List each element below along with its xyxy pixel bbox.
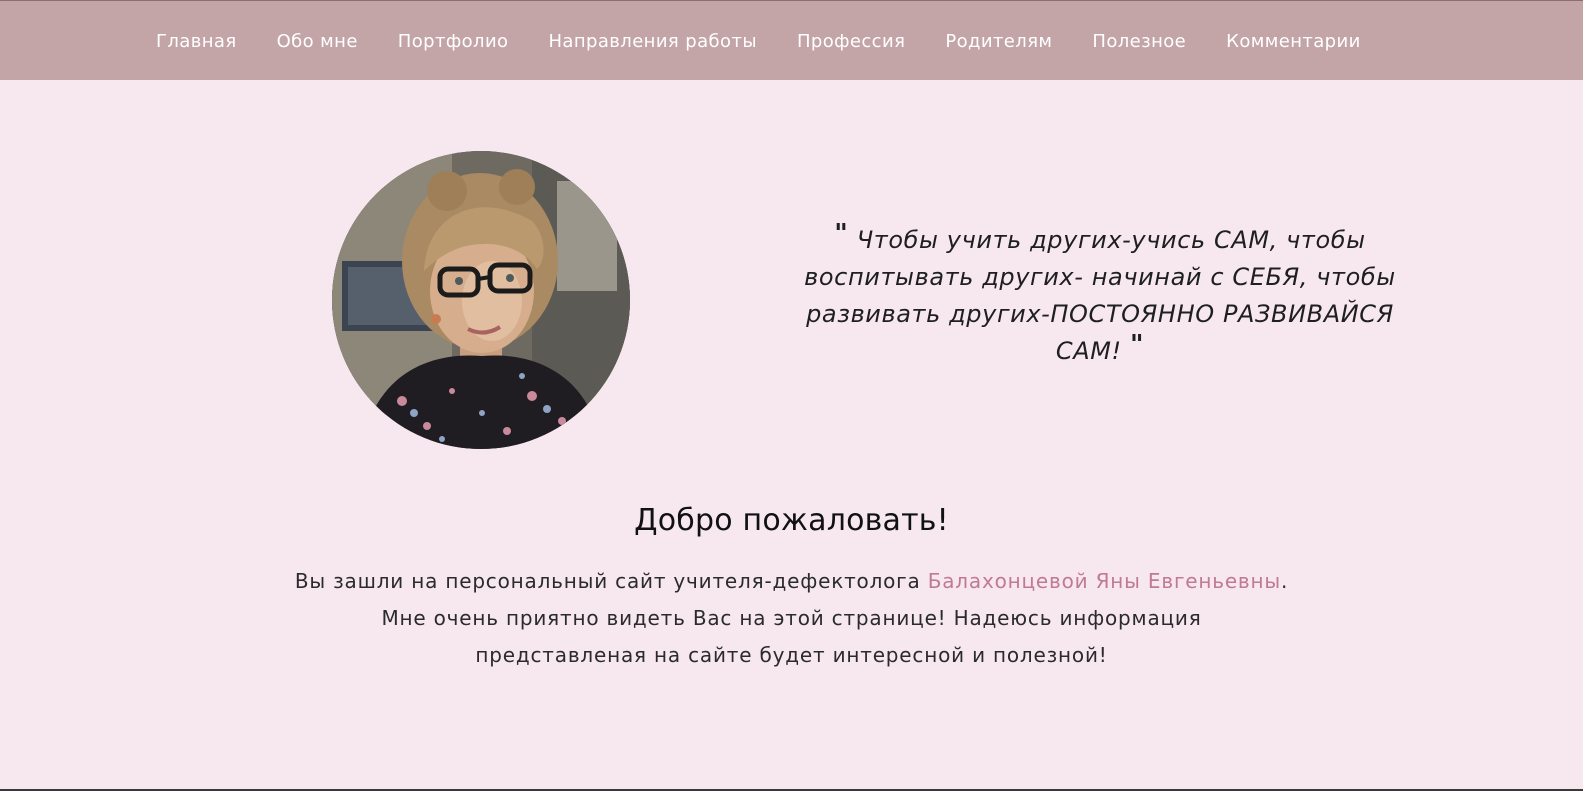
quote-line-3: развивать других-ПОСТОЯННО РАЗВИВАЙСЯ (806, 300, 1394, 328)
welcome-line-3: представленая на сайте будет интересной … (475, 643, 1108, 667)
nav-item-useful[interactable]: Полезное (1092, 31, 1186, 52)
nav-item-portfolio[interactable]: Портфолио (398, 31, 509, 52)
welcome-line-2: Мне очень приятно видеть Вас на этой стр… (381, 606, 1202, 630)
hero-quote: " Чтобы учить других-учись САМ, чтобы во… (800, 219, 1400, 370)
nav-item-comments[interactable]: Комментарии (1226, 31, 1361, 52)
nav-item-directions[interactable]: Направления работы (548, 31, 756, 52)
quote-close-mark: " (1129, 330, 1145, 360)
quote-open-mark: " (834, 219, 849, 249)
nav-item-profession[interactable]: Профессия (797, 31, 905, 52)
nav-item-about[interactable]: Обо мне (277, 31, 358, 52)
welcome-paragraph: Вы зашли на персональный сайт учителя-де… (0, 563, 1583, 674)
profile-photo (332, 151, 630, 449)
nav-item-parents[interactable]: Родителям (945, 31, 1052, 52)
welcome-line-1-period: . (1280, 569, 1289, 593)
nav-item-home[interactable]: Главная (156, 31, 237, 52)
top-navigation-bar: Главная Обо мне Портфолио Направления ра… (0, 0, 1583, 80)
teacher-name-link[interactable]: Балахонцевой Яны Евгеньевны (928, 569, 1281, 593)
welcome-heading: Добро пожаловать! (634, 503, 949, 538)
quote-line-4: САМ! (1055, 337, 1122, 365)
profile-photo-illustration (332, 151, 630, 449)
quote-line-1: Чтобы учить других-учись САМ, чтобы (856, 226, 1366, 254)
quote-line-2: воспитывать других- начинай с СЕБЯ, чтоб… (804, 263, 1396, 291)
main-nav: Главная Обо мне Портфолио Направления ра… (156, 1, 1361, 81)
welcome-line-1-text: Вы зашли на персональный сайт учителя-де… (294, 569, 921, 593)
